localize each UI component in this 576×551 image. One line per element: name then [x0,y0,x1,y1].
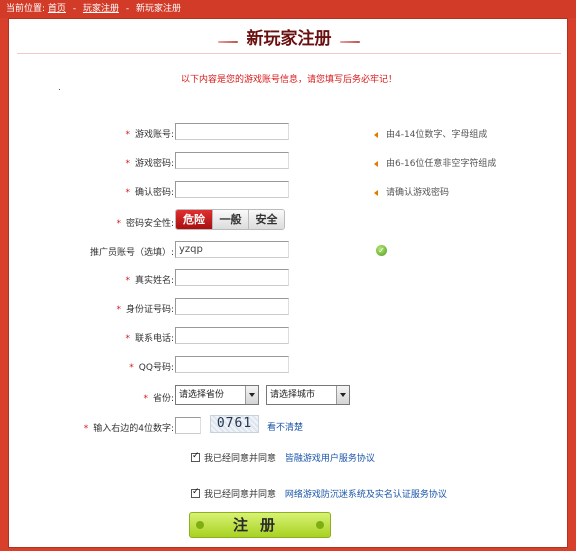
antiaddiction-agreement-checkbox[interactable] [191,487,200,498]
phone-row: * 联系电话: [9,327,569,349]
captcha-image[interactable]: 0761 [210,415,259,433]
breadcrumb: 当前位置: 首页 - 玩家注册 - 新玩家注册 [0,0,576,18]
strength-label: * 密码安全性: [116,219,174,229]
user-agreement-link[interactable]: 皆融游戏用户服务协议 [285,454,375,464]
left-swirl-ornament [218,39,238,45]
password-row: * 游戏密码: 由6-16位任意非空字符组成 [9,152,569,174]
password-strength-meter: 危险 一般 安全 [175,209,285,230]
promoter-row: 推广员账号（选填）: ✓ [9,241,569,263]
registration-panel: 新玩家注册 以下内容是您的游戏账号信息，请您填写后务必牢记！ * 游戏账号: 由4… [8,18,568,548]
user-agreement-row: 我已经同意并同意 皆融游戏用户服务协议 [191,451,375,464]
strength-row: * 密码安全性: 危险 一般 安全 [9,209,569,234]
button-dot-icon [196,521,204,529]
title-divider [17,53,561,54]
breadcrumb-separator: - [72,4,77,14]
realname-input[interactable] [175,269,289,286]
realname-label: * 真实姓名: [125,276,174,286]
province-select-value: 请选择省份 [179,390,225,400]
confirm-row: * 确认密码: 请确认游戏密码 [9,181,569,203]
check-ok-icon: ✓ [376,245,387,256]
captcha-row: * 输入右边的4位数字: 0761 看不清楚 [9,415,569,439]
region-row: * 省份: 请选择省份 请选择城市 [9,385,569,409]
user-agreement-checkbox[interactable] [191,451,200,462]
register-button-label: 注册 [232,516,287,534]
breadcrumb-register-link[interactable]: 玩家注册 [83,4,119,14]
hint-arrow-icon [374,160,378,167]
captcha-refresh-link[interactable]: 看不清楚 [267,420,303,433]
antiaddiction-agreement-text: 我已经同意并同意 [204,490,277,500]
user-agreement-text: 我已经同意并同意 [204,454,277,464]
breadcrumb-prefix: 当前位置: [6,4,46,14]
hint-arrow-icon [374,189,378,196]
qq-label: * QQ号码: [129,363,174,373]
hint-arrow-icon [374,131,378,138]
captcha-label: * 输入右边的4位数字: [83,424,174,434]
antiaddiction-agreement-link[interactable]: 网络游戏防沉迷系统及实名认证服务协议 [285,490,447,500]
promoter-input[interactable] [175,241,289,258]
password-hint: 由6-16位任意非空字符组成 [374,156,496,169]
captcha-input[interactable] [175,417,201,434]
password-input[interactable] [175,152,289,169]
region-label: * 省份: [143,394,174,404]
province-select[interactable]: 请选择省份 [175,385,259,405]
idcard-label: * 身份证号码: [116,305,174,315]
page-title: 新玩家注册 [246,29,332,49]
password-label: * 游戏密码: [125,159,174,169]
decorative-dot [59,89,60,90]
account-row: * 游戏账号: 由4-14位数字、字母组成 [9,123,569,145]
breadcrumb-home-link[interactable]: 首页 [48,4,66,14]
strength-level-medium: 一般 [212,210,248,229]
confirm-hint: 请确认游戏密码 [374,185,449,198]
phone-input[interactable] [175,327,289,344]
idcard-input[interactable] [175,298,289,315]
title-bar: 新玩家注册 [9,25,569,53]
account-hint: 由4-14位数字、字母组成 [374,127,487,140]
confirm-password-input[interactable] [175,181,289,198]
realname-row: * 真实姓名: [9,269,569,291]
strength-level-danger: 危险 [176,210,212,229]
phone-label: * 联系电话: [125,334,174,344]
chevron-down-icon [336,386,349,404]
account-label: * 游戏账号: [125,130,174,140]
breadcrumb-separator: - [125,4,130,14]
account-input[interactable] [175,123,289,140]
city-select[interactable]: 请选择城市 [266,385,350,405]
chevron-down-icon [245,386,258,404]
button-dot-icon [316,521,324,529]
strength-level-safe: 安全 [248,210,284,229]
antiaddiction-agreement-row: 我已经同意并同意 网络游戏防沉迷系统及实名认证服务协议 [191,487,447,500]
register-submit-button[interactable]: 注册 [189,512,331,538]
qq-row: * QQ号码: [9,356,569,378]
right-swirl-ornament [340,39,360,45]
idcard-row: * 身份证号码: [9,298,569,320]
qq-input[interactable] [175,356,289,373]
city-select-value: 请选择城市 [270,390,316,400]
breadcrumb-current: 新玩家注册 [135,4,181,14]
notice-text: 以下内容是您的游戏账号信息，请您填写后务必牢记！ [180,75,397,85]
confirm-label: * 确认密码: [125,188,174,198]
promoter-label: 推广员账号（选填）: [89,248,174,258]
